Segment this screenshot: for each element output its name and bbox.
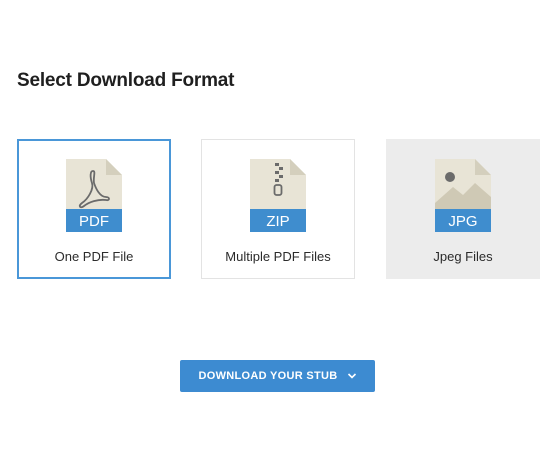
file-badge: JPG xyxy=(448,213,477,230)
chevron-down-icon xyxy=(347,373,356,379)
pdf-file-icon: PDF xyxy=(66,159,122,232)
download-stub-button[interactable]: DOWNLOAD YOUR STUB xyxy=(180,360,375,392)
download-button-label: DOWNLOAD YOUR STUB xyxy=(198,370,338,382)
format-option-jpg[interactable]: JPG Jpeg Files xyxy=(386,139,540,279)
page-title: Select Download Format xyxy=(17,70,235,91)
format-label: Jpeg Files xyxy=(433,249,493,264)
format-option-zip[interactable]: ZIP Multiple PDF Files xyxy=(201,139,355,279)
format-option-pdf[interactable]: PDF One PDF File xyxy=(17,139,171,279)
zip-file-icon: ZIP xyxy=(250,159,306,232)
file-badge: ZIP xyxy=(266,213,289,230)
format-label: Multiple PDF Files xyxy=(225,249,331,264)
format-label: One PDF File xyxy=(54,249,134,264)
image-file-icon: JPG xyxy=(435,159,491,232)
file-badge: PDF xyxy=(79,213,109,230)
